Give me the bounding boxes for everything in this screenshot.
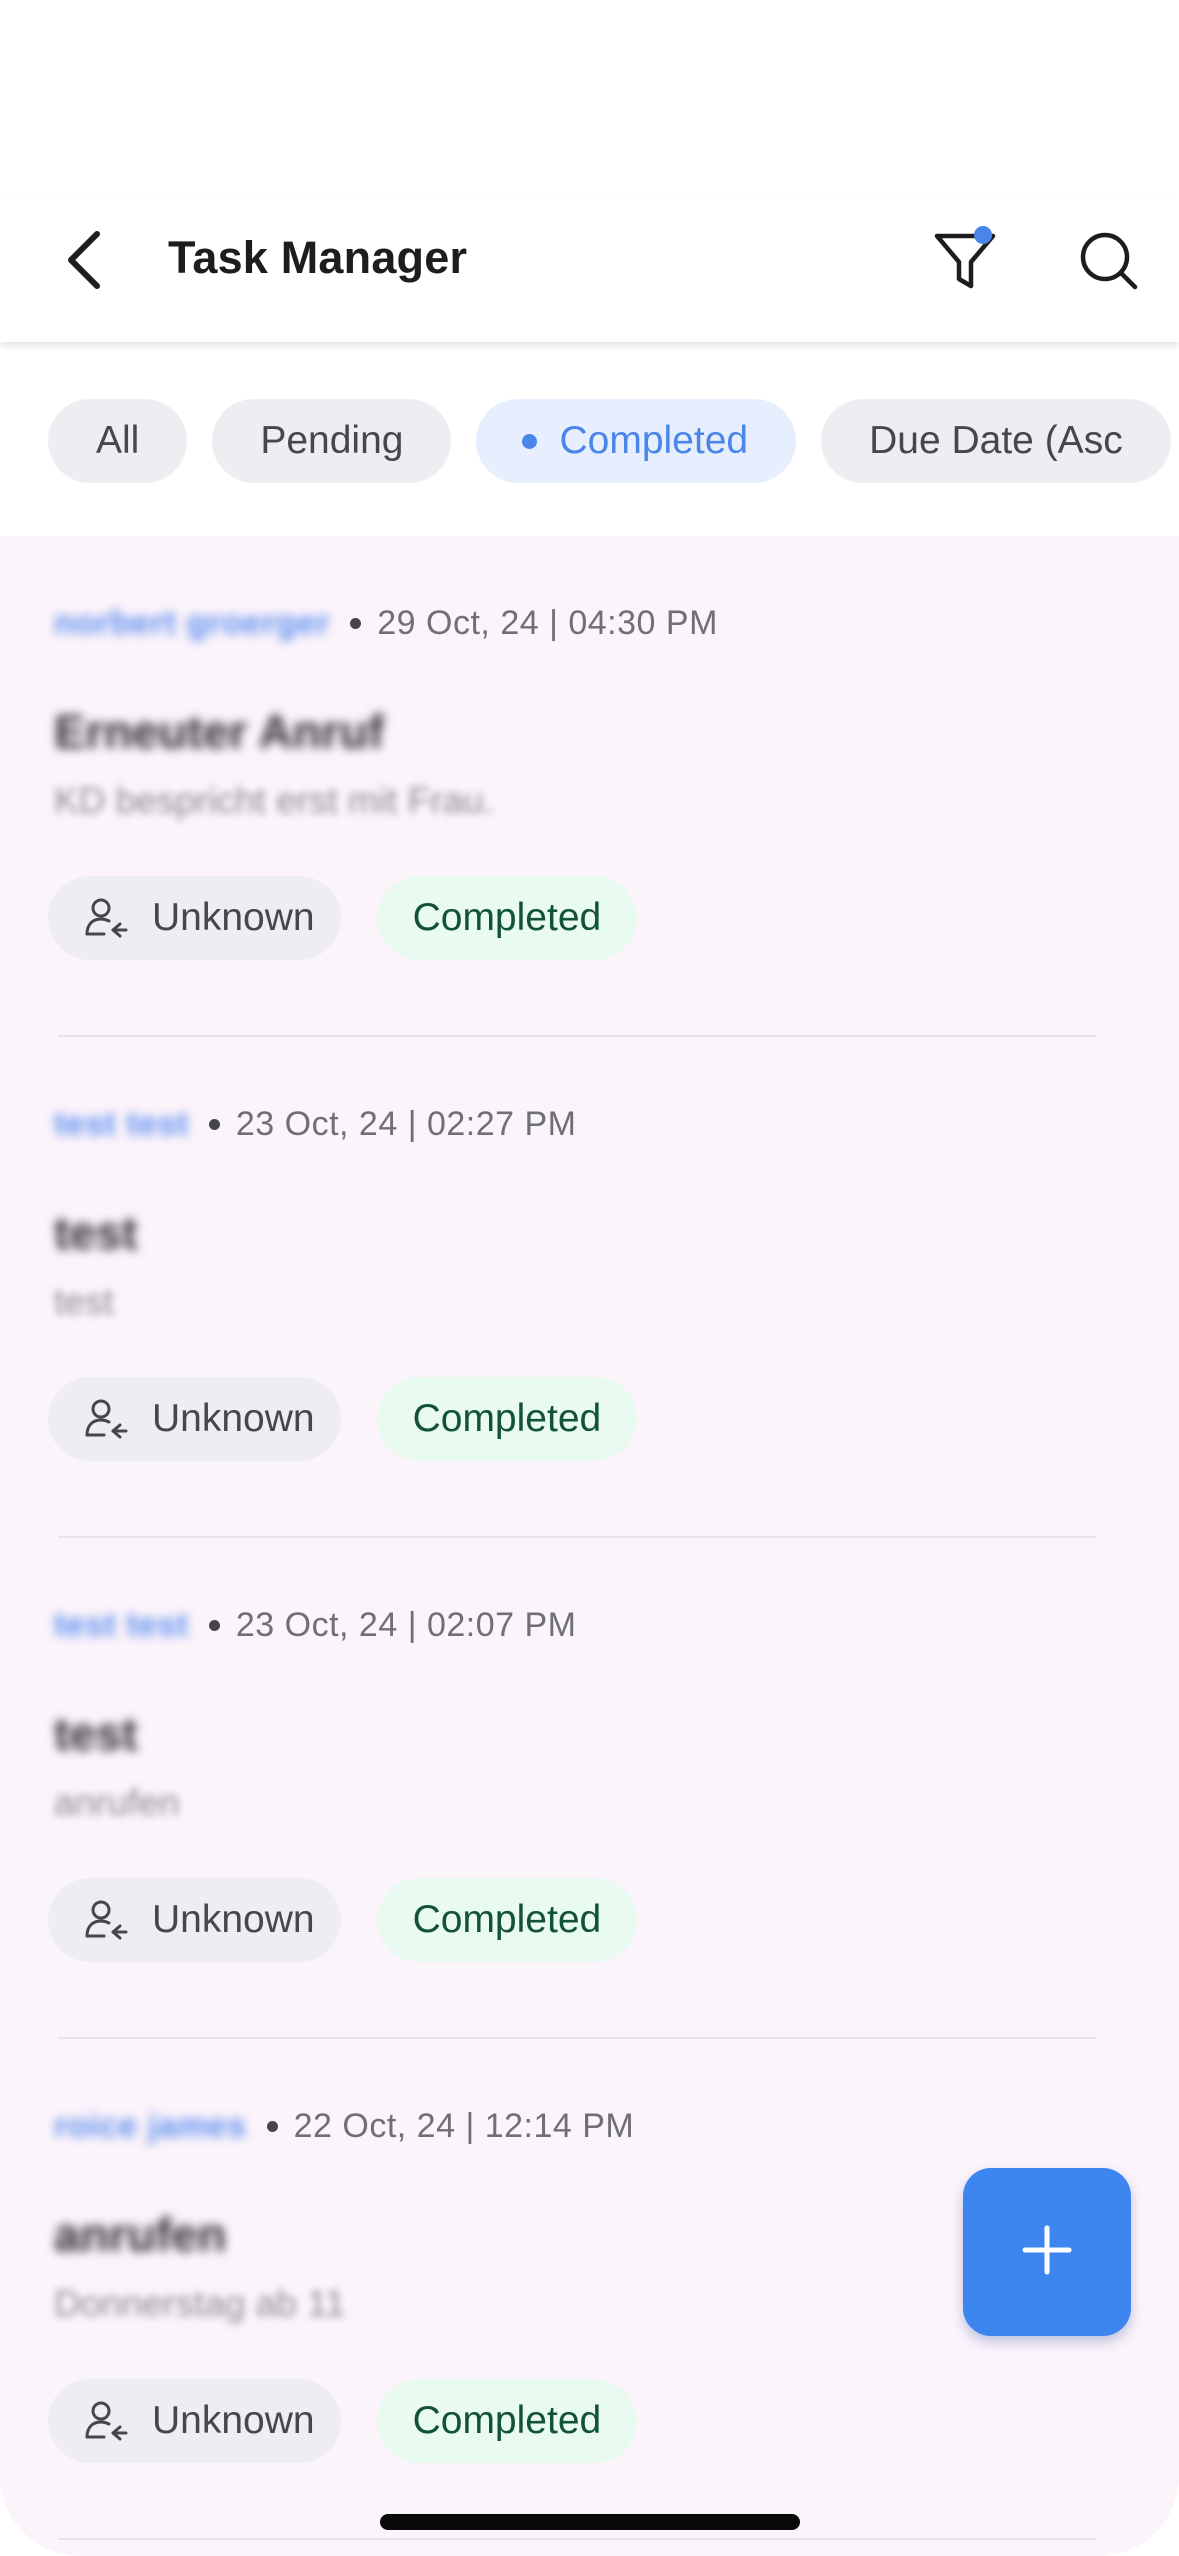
back-button[interactable]	[48, 226, 120, 298]
status-badge: Completed	[376, 1377, 638, 1461]
add-task-button[interactable]	[963, 2168, 1131, 2336]
task-tags: Unknown Completed	[48, 2379, 638, 2463]
status-badge: Completed	[376, 2379, 638, 2463]
filter-chip-completed[interactable]: Completed	[476, 399, 797, 483]
task-tags: Unknown Completed	[48, 876, 638, 960]
task-item[interactable]: test test 23 Oct, 24 | 02:07 PM test anr…	[0, 1538, 1179, 2039]
status-badge: Completed	[376, 1878, 638, 1962]
assignee-chip[interactable]: Unknown	[48, 1878, 341, 1962]
separator-dot	[350, 618, 362, 629]
assignee-label: Unknown	[152, 1397, 315, 1440]
task-tags: Unknown Completed	[48, 1377, 638, 1461]
assign-user-icon	[84, 2399, 128, 2443]
home-indicator[interactable]	[380, 2514, 800, 2530]
page-title: Task Manager	[168, 232, 468, 283]
divider	[58, 2538, 1096, 2540]
assignee-chip[interactable]: Unknown	[48, 1377, 341, 1461]
task-manager-screen: Task Manager All Pending Completed Due D…	[0, 0, 1179, 2556]
assignee-chip[interactable]: Unknown	[48, 2379, 341, 2463]
chevron-left-icon	[61, 228, 107, 297]
task-owner[interactable]: test test	[54, 1105, 189, 1144]
task-datetime: 23 Oct, 24 | 02:27 PM	[235, 1105, 577, 1143]
plus-icon	[1021, 2224, 1073, 2281]
assignee-label: Unknown	[152, 1898, 315, 1941]
chip-label: Completed	[559, 419, 749, 462]
task-description: anrufen	[54, 1782, 180, 1823]
task-item[interactable]: test test 23 Oct, 24 | 02:27 PM test tes…	[0, 1037, 1179, 1538]
filter-chip-pending[interactable]: Pending	[212, 399, 452, 483]
task-datetime: 23 Oct, 24 | 02:07 PM	[235, 1606, 577, 1644]
chip-label: Due Date (Asc	[869, 419, 1123, 462]
task-description: test	[54, 1281, 114, 1322]
chip-label: All	[96, 419, 140, 462]
task-title: test	[54, 1707, 138, 1760]
task-description: Donnerstag ab 11	[54, 2283, 346, 2324]
task-item[interactable]: norbert groerger 29 Oct, 24 | 04:30 PM E…	[0, 536, 1179, 1037]
search-button[interactable]	[1064, 218, 1154, 308]
filter-chip-due-date[interactable]: Due Date (Asc	[821, 399, 1171, 483]
task-meta: test test 23 Oct, 24 | 02:27 PM	[54, 1105, 577, 1144]
assign-user-icon	[84, 896, 128, 940]
assign-user-icon	[84, 1898, 128, 1942]
assignee-label: Unknown	[152, 896, 315, 939]
assignee-label: Unknown	[152, 2399, 315, 2442]
task-title: anrufen	[54, 2208, 227, 2261]
filter-chips-row: All Pending Completed Due Date (Asc	[0, 342, 1179, 536]
status-bar-area	[0, 0, 1179, 200]
app-bar: Task Manager	[0, 200, 1179, 342]
filter-active-dot	[974, 226, 992, 244]
assign-user-icon	[84, 1397, 128, 1441]
task-description: KD bespricht erst mit Frau.	[54, 780, 495, 821]
task-title: Erneuter Anruf	[54, 705, 384, 758]
separator-dot	[208, 1119, 220, 1130]
filter-button[interactable]	[920, 218, 1010, 308]
filter-chip-all[interactable]: All	[48, 399, 188, 483]
task-meta: roice james 22 Oct, 24 | 12:14 PM	[54, 2107, 634, 2146]
chip-label: Pending	[260, 419, 404, 462]
task-meta: test test 23 Oct, 24 | 02:07 PM	[54, 1606, 577, 1645]
separator-dot	[266, 2121, 278, 2132]
search-icon	[1078, 230, 1140, 297]
filter-chips-track: All Pending Completed Due Date (Asc	[48, 399, 1171, 483]
task-owner[interactable]: test test	[54, 1606, 189, 1645]
task-meta: norbert groerger 29 Oct, 24 | 04:30 PM	[54, 604, 718, 643]
status-badge: Completed	[376, 876, 638, 960]
separator-dot	[208, 1620, 220, 1631]
task-tags: Unknown Completed	[48, 1878, 638, 1962]
task-datetime: 22 Oct, 24 | 12:14 PM	[293, 2107, 635, 2145]
task-datetime: 29 Oct, 24 | 04:30 PM	[377, 604, 718, 642]
selected-dot-icon	[522, 433, 538, 449]
task-title: test	[54, 1206, 138, 1259]
assignee-chip[interactable]: Unknown	[48, 876, 341, 960]
task-owner[interactable]: norbert groerger	[54, 604, 330, 643]
task-owner[interactable]: roice james	[54, 2107, 247, 2146]
